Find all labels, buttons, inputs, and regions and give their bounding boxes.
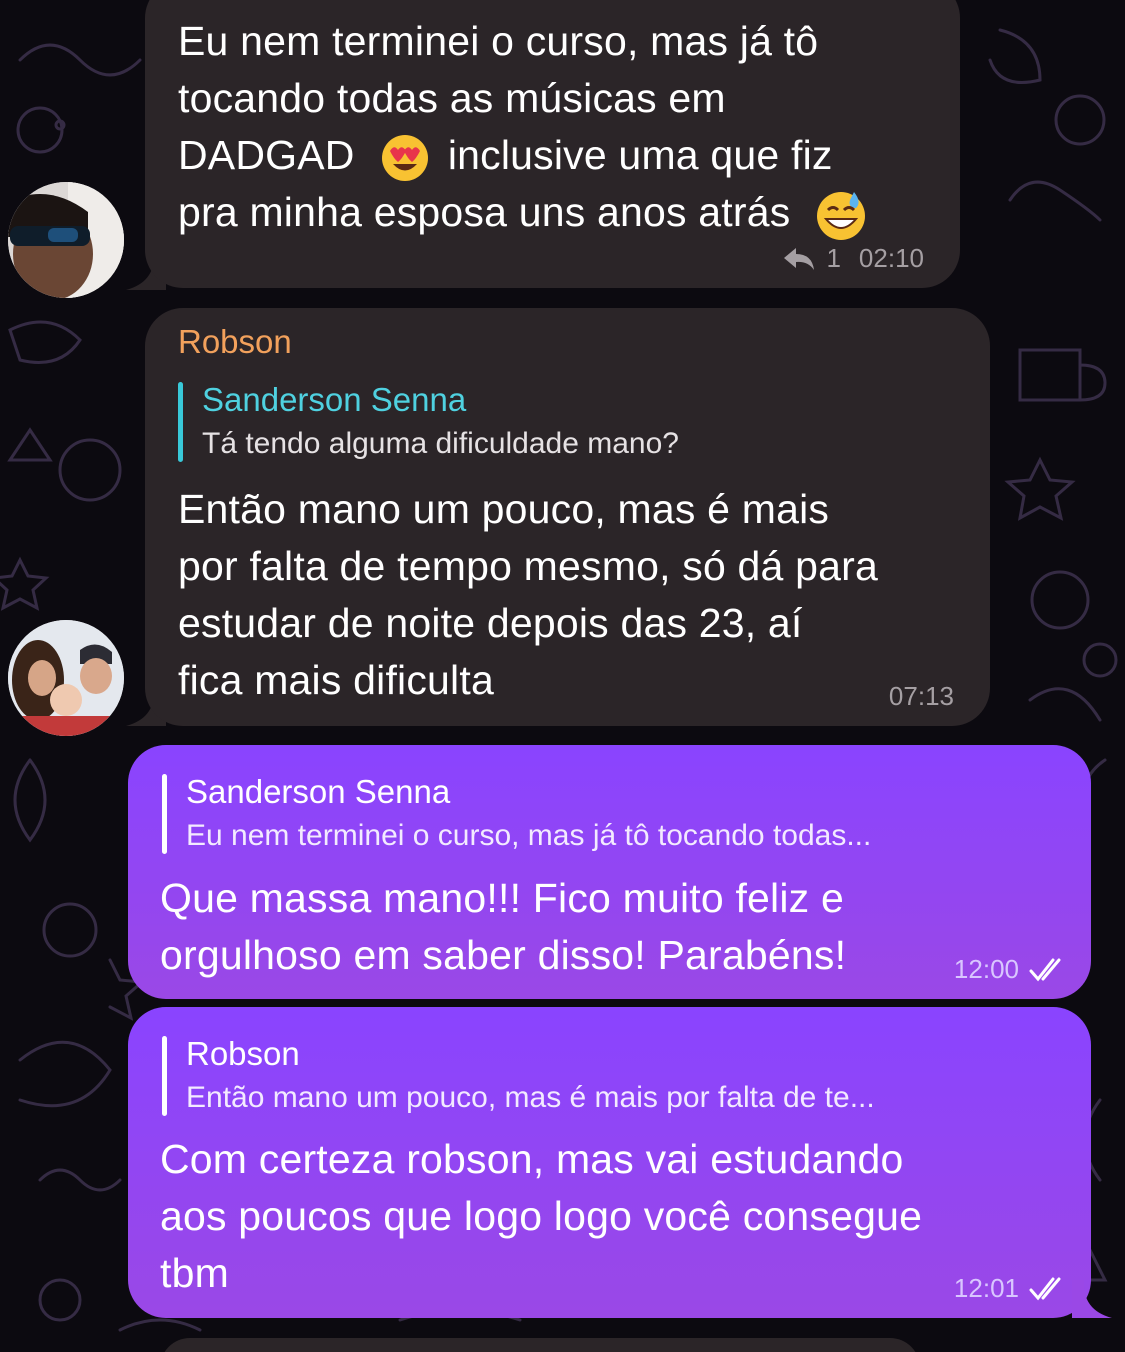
- message-meta: 1 02:10: [782, 243, 924, 274]
- message-bubble-outgoing[interactable]: Robson Então mano um pouco, mas é mais p…: [128, 1007, 1091, 1318]
- avatar-image: [8, 182, 124, 298]
- message-text-line: aos poucos que logo logo você consegue: [160, 1193, 923, 1239]
- message-text-segment: pra minha esposa uns anos atrás: [178, 189, 791, 235]
- chat-view: Eu nem terminei o curso, mas já tô tocan…: [0, 0, 1125, 1352]
- double-check-read-icon: [1029, 1277, 1061, 1300]
- message-bubble-incoming[interactable]: Robson Sanderson Senna Tá tendo alguma d…: [145, 308, 990, 726]
- reply-preview[interactable]: Robson Então mano um pouco, mas é mais p…: [162, 1032, 1062, 1120]
- message-text-line: estudar de noite depois das 23, aí: [178, 600, 803, 646]
- reply-count: 1: [826, 243, 841, 273]
- message-text-segment: DADGAD: [178, 132, 355, 178]
- reply-author: Sanderson Senna: [186, 773, 451, 810]
- reply-snippet: Tá tendo alguma dificuldade mano?: [202, 427, 679, 460]
- reply-snippet: Então mano um pouco, mas é mais por falt…: [186, 1081, 875, 1114]
- message-text-line: orgulhoso em saber disso! Parabéns!: [160, 932, 847, 978]
- message-time: 07:13: [888, 681, 954, 711]
- heart-eyes-emoji-icon: [382, 135, 429, 182]
- message-bubble-incoming[interactable]: Eu nem terminei o curso, mas já tô tocan…: [145, 0, 960, 288]
- reply-arrow-icon[interactable]: [782, 246, 816, 272]
- message-meta: 12:01: [954, 1273, 1069, 1304]
- bubble-tail: [1072, 1280, 1112, 1318]
- reply-snippet: Eu nem terminei o curso, mas já tô tocan…: [186, 819, 872, 852]
- double-check-read-icon: [1029, 958, 1061, 981]
- message-time: 12:01: [953, 1273, 1019, 1303]
- message-text-line: fica mais dificulta: [178, 657, 494, 703]
- message-meta: 07:13: [889, 681, 954, 712]
- avatar-image: [8, 620, 124, 736]
- message-text-line: Que massa mano!!! Fico muito feliz e: [160, 875, 844, 921]
- grinning-sweat-emoji-icon: [817, 192, 866, 241]
- reply-author: Robson: [186, 1035, 300, 1072]
- message-text-line: Eu nem terminei o curso, mas já tô: [178, 18, 819, 64]
- message-bubble-outgoing[interactable]: Sanderson Senna Eu nem terminei o curso,…: [128, 745, 1091, 999]
- message-time: 12:00: [953, 954, 1019, 984]
- message-text-line: DADGAD inclusive uma que fiz: [178, 127, 948, 184]
- reply-preview[interactable]: Sanderson Senna Eu nem terminei o curso,…: [162, 770, 1062, 858]
- message-text-line: Com certeza robson, mas vai estudando: [160, 1136, 904, 1182]
- avatar-robson[interactable]: [8, 620, 124, 736]
- reply-author: Sanderson Senna: [202, 381, 467, 418]
- message-text-line: pra minha esposa uns anos atrás: [178, 184, 948, 242]
- message-text-segment: inclusive uma que fiz: [447, 132, 833, 178]
- message-text-line: por falta de tempo mesmo, só dá para: [178, 543, 879, 589]
- sender-name[interactable]: Robson: [178, 323, 292, 361]
- message-text-line: Então mano um pouco, mas é mais: [178, 486, 830, 532]
- message-bubble-incoming-partial[interactable]: [160, 1338, 920, 1352]
- message-meta: 12:00: [954, 954, 1069, 985]
- reply-preview[interactable]: Sanderson Senna Tá tendo alguma dificuld…: [178, 378, 958, 466]
- message-text-line: tocando todas as músicas em: [178, 75, 726, 121]
- avatar-sender-1[interactable]: [8, 182, 124, 298]
- message-time: 02:10: [858, 243, 924, 273]
- message-text-line: tbm: [160, 1250, 229, 1296]
